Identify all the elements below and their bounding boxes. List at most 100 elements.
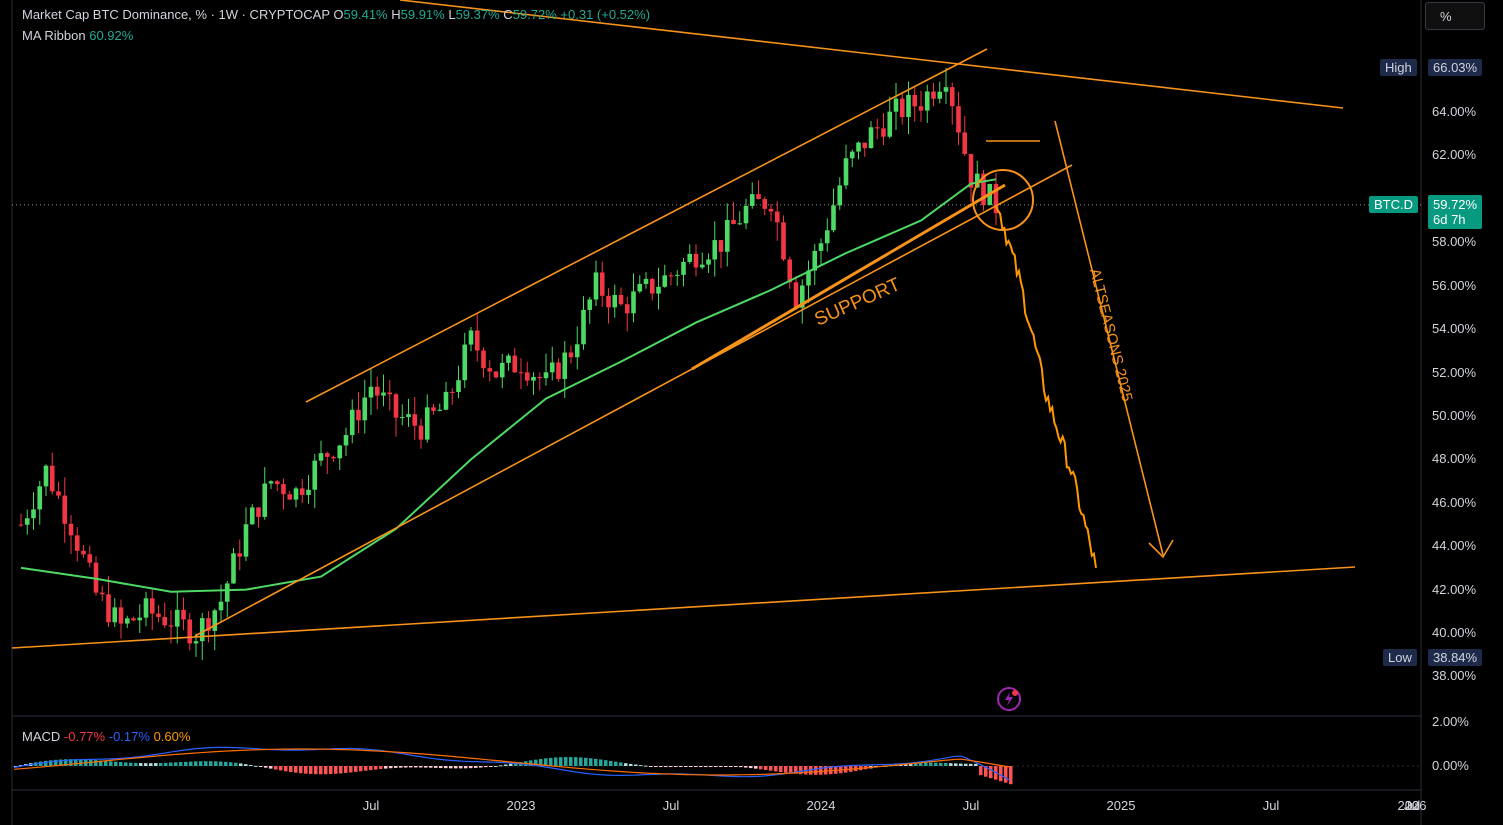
price-axis-tick: 64.00% xyxy=(1432,104,1477,119)
legend-ma: MA Ribbon 60.92% xyxy=(22,28,133,43)
macd-histogram-bar xyxy=(219,761,223,766)
macd-histogram-bar xyxy=(709,766,713,767)
legend-l-label: L xyxy=(448,7,456,22)
price-axis-tick: 38.00% xyxy=(1432,668,1477,684)
macd-histogram-bar xyxy=(819,766,823,775)
macd-histogram-bar xyxy=(204,761,208,766)
candle-body xyxy=(381,392,386,396)
candle-body xyxy=(768,208,774,212)
candle-body xyxy=(49,465,55,492)
macd-histogram-bar xyxy=(454,766,458,769)
candle-body xyxy=(143,598,149,618)
candle-body xyxy=(962,132,968,155)
macd-histogram-bar xyxy=(374,766,378,770)
candle-body xyxy=(599,272,605,296)
candle-body xyxy=(943,87,949,92)
ma-ribbon-line xyxy=(20,178,997,593)
macd-histogram-bar xyxy=(739,766,743,768)
macd-histogram-bar xyxy=(979,766,983,776)
candle-body xyxy=(687,253,693,262)
macd-histogram-bar xyxy=(254,765,258,767)
candle-body xyxy=(231,553,236,584)
macd-histogram-bar xyxy=(404,766,408,768)
macd-histogram-bar xyxy=(689,766,693,767)
macd-histogram-bar xyxy=(214,761,218,766)
macd-histogram-bar xyxy=(684,766,688,767)
candle-body xyxy=(162,617,168,626)
candle-body xyxy=(368,386,374,398)
candle-body xyxy=(81,550,86,555)
price-axis-tick: 48.00% xyxy=(1432,451,1477,467)
price-axis-tick: 42.00% xyxy=(1432,581,1477,597)
candle-body xyxy=(74,535,80,551)
candle-body xyxy=(949,87,955,107)
macd-histogram-bar xyxy=(244,764,248,766)
price-axis-tick: 40.00% xyxy=(1432,625,1477,641)
macd-histogram-bar xyxy=(649,766,653,767)
candle-body xyxy=(299,488,305,495)
alert-bolt-icon[interactable] xyxy=(996,686,1022,712)
macd-histogram-bar xyxy=(199,761,203,766)
symbol-tag: BTC.D xyxy=(1369,196,1418,213)
macd-histogram-bar xyxy=(154,763,158,766)
macd-histogram-bar xyxy=(469,766,473,769)
candle-body xyxy=(449,391,455,393)
candle-body xyxy=(756,194,761,200)
candle-body xyxy=(749,194,755,206)
macd-histogram-bar xyxy=(329,766,333,775)
macd-histogram-bar xyxy=(474,766,478,768)
macd-histogram-bar xyxy=(729,766,733,767)
candle-body xyxy=(418,425,424,440)
candle-body xyxy=(674,274,680,276)
candle-body xyxy=(224,583,230,602)
macd-histogram-bar xyxy=(724,766,728,767)
candle-body xyxy=(393,394,399,418)
candle-body xyxy=(562,352,568,379)
macd-histogram-bar xyxy=(349,766,353,773)
macd-histogram-bar xyxy=(699,766,703,767)
candle-body xyxy=(518,372,524,374)
candle-body xyxy=(537,376,543,379)
macd-histogram-bar xyxy=(934,762,938,766)
macd-histogram-bar xyxy=(344,766,348,773)
candle-body xyxy=(262,483,268,517)
macd-histogram-bar xyxy=(959,763,963,766)
macd-histogram-bar xyxy=(654,766,658,767)
bar-countdown: 6d 7h xyxy=(1433,212,1466,227)
legend-close: 59.72% xyxy=(512,7,557,22)
chart-canvas[interactable]: SUPPORT ALTSEASONS 2025 xyxy=(0,0,1503,825)
projection-path xyxy=(995,205,1097,569)
candle-body xyxy=(256,507,261,517)
macd-histogram-bar xyxy=(164,762,168,766)
candle-body xyxy=(612,294,618,308)
candle-body xyxy=(212,610,218,631)
candle-body xyxy=(606,295,611,308)
macd-histogram-bar xyxy=(604,760,608,766)
macd-histogram-bar xyxy=(179,762,183,766)
percent-scale-button[interactable]: % xyxy=(1425,2,1485,30)
candle-body xyxy=(706,259,711,265)
candle-body xyxy=(481,350,486,369)
macd-histogram-bar xyxy=(504,764,508,766)
candle-body xyxy=(312,460,318,490)
macd-histogram-bar xyxy=(484,766,488,768)
price-axis-tick: 46.00% xyxy=(1432,494,1477,510)
legend-change: +0.31 (+0.52%) xyxy=(560,7,651,22)
candle-body xyxy=(693,253,699,268)
candle-body xyxy=(187,619,193,644)
macd-histogram-bar xyxy=(124,762,128,766)
macd-histogram-bar xyxy=(429,766,433,768)
candle-body xyxy=(31,509,36,519)
macd-histogram-bar xyxy=(644,765,648,767)
macd-histogram-bar xyxy=(614,761,618,766)
candle-body xyxy=(531,376,536,381)
macd-histogram-bar xyxy=(989,766,993,779)
macd-histogram-bar xyxy=(499,765,503,767)
macd-histogram-bar xyxy=(549,757,553,766)
candle-body xyxy=(506,355,511,363)
candle-body xyxy=(399,417,405,419)
macd-histogram-bar xyxy=(224,761,228,766)
macd-histogram-bar xyxy=(249,764,253,766)
macd-histogram-bar xyxy=(969,763,973,766)
macd-histogram-bar xyxy=(354,766,358,772)
